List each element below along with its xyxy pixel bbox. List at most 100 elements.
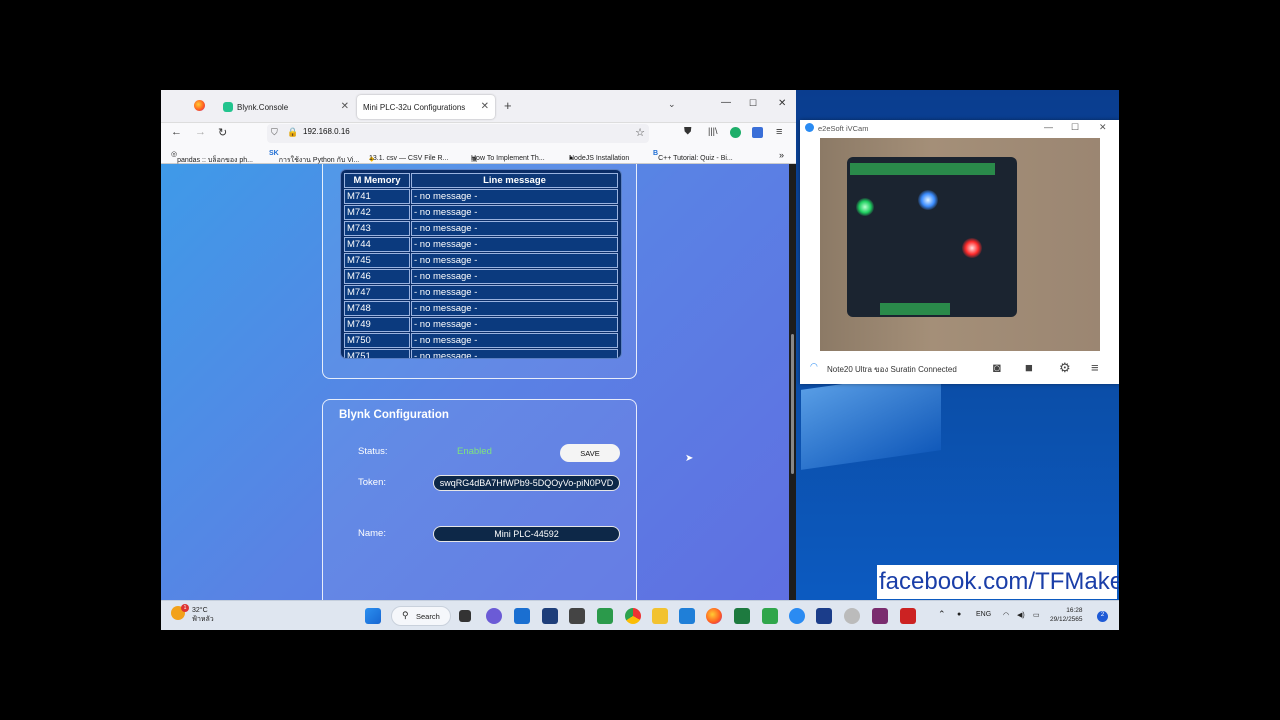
message-cell[interactable]: - no message - bbox=[411, 205, 618, 220]
message-cell[interactable]: - no message - bbox=[411, 253, 618, 268]
url-bar[interactable]: ⛉ 🔒 192.168.0.16 ☆ bbox=[267, 124, 649, 143]
android-studio-icon[interactable] bbox=[762, 608, 778, 624]
gear-icon[interactable]: ⚙ bbox=[1059, 360, 1071, 376]
save-button[interactable]: SAVE bbox=[560, 444, 620, 462]
maximize-icon[interactable]: ☐ bbox=[749, 98, 757, 109]
weather-badge: 1 bbox=[181, 604, 189, 612]
desktop: Blynk.Console ✕ Mini PLC-32u Configurati… bbox=[161, 90, 1119, 630]
app-icon[interactable] bbox=[872, 608, 888, 624]
message-cell[interactable]: - no message - bbox=[411, 285, 618, 300]
tab-blynk-console[interactable]: Blynk.Console ✕ bbox=[217, 95, 355, 119]
excel-icon[interactable] bbox=[734, 608, 750, 624]
app-icon[interactable] bbox=[900, 608, 916, 624]
more-bookmarks-icon[interactable]: » bbox=[779, 150, 784, 160]
message-cell[interactable]: - no message - bbox=[411, 237, 618, 252]
pocket-icon[interactable]: ⛊ bbox=[684, 126, 692, 137]
ivcam-window: e2eSoft iVCam — ☐ ✕ ◠ Note20 Ultra ของ S… bbox=[800, 120, 1119, 384]
name-field[interactable]: Mini PLC-44592 bbox=[433, 526, 620, 542]
task-view-icon[interactable] bbox=[459, 610, 471, 622]
memory-cell: M747 bbox=[344, 285, 410, 300]
message-cell[interactable]: - no message - bbox=[411, 269, 618, 284]
memory-table[interactable]: M Memory Line message M741- no message -… bbox=[340, 169, 622, 359]
scrollbar[interactable] bbox=[789, 164, 796, 600]
maximize-icon[interactable]: ☐ bbox=[1071, 122, 1079, 133]
memory-cell: M750 bbox=[344, 333, 410, 348]
scrollbar-thumb[interactable] bbox=[791, 334, 794, 474]
video-icon[interactable]: ■ bbox=[1025, 360, 1033, 375]
ivcam-taskbar-icon[interactable] bbox=[789, 608, 805, 624]
bookmark-star-icon[interactable]: ☆ bbox=[635, 126, 645, 139]
minimize-icon[interactable]: — bbox=[721, 97, 731, 108]
app-icon[interactable] bbox=[816, 608, 832, 624]
mail-icon[interactable] bbox=[514, 608, 530, 624]
column-header: Line message bbox=[411, 173, 618, 188]
ivcam-status-bar: ◠ Note20 Ultra ของ Suratin Connected ◙ ■… bbox=[800, 351, 1119, 384]
message-cell[interactable]: - no message - bbox=[411, 317, 618, 332]
start-icon[interactable] bbox=[365, 608, 381, 624]
close-icon[interactable]: ✕ bbox=[1099, 122, 1107, 133]
camera-icon[interactable]: ◙ bbox=[993, 360, 1001, 375]
token-field[interactable]: swqRG4dBA7HfWPb9-5DQOyVo-piN0PVD bbox=[433, 475, 620, 491]
message-cell[interactable]: - no message - bbox=[411, 349, 618, 358]
notification-badge[interactable]: 2 bbox=[1097, 611, 1108, 622]
search-button[interactable]: ⚲ Search bbox=[391, 606, 451, 626]
forward-icon[interactable]: → bbox=[195, 126, 206, 138]
snipping-icon[interactable] bbox=[569, 608, 585, 624]
clock[interactable]: 16:28 29/12/2565 bbox=[1050, 606, 1083, 624]
translate-icon[interactable] bbox=[752, 127, 763, 138]
microphone-icon[interactable]: ● bbox=[957, 611, 961, 618]
lock-icon[interactable]: 🔒 bbox=[287, 127, 298, 138]
new-tab-icon[interactable]: + bbox=[504, 98, 512, 113]
connection-status: Note20 Ultra ของ Suratin Connected bbox=[827, 365, 957, 374]
minimize-icon[interactable]: — bbox=[1044, 122, 1053, 132]
table-row: M748- no message - bbox=[344, 301, 618, 316]
nav-bar: ← → ↻ ⛉ 🔒 192.168.0.16 ☆ ⛊ |||\ ≡ bbox=[161, 123, 796, 145]
close-icon[interactable]: ✕ bbox=[341, 101, 349, 112]
message-cell[interactable]: - no message - bbox=[411, 189, 618, 204]
close-icon[interactable]: ✕ bbox=[481, 101, 489, 112]
table-row: M741- no message - bbox=[344, 189, 618, 204]
file-explorer-icon[interactable] bbox=[652, 608, 668, 624]
bookmark-item[interactable]: B C++ Tutorial: Quiz - Bi... bbox=[653, 150, 733, 162]
status-value[interactable]: Enabled bbox=[457, 446, 492, 457]
message-cell[interactable]: - no message - bbox=[411, 301, 618, 316]
url-text[interactable]: 192.168.0.16 bbox=[303, 127, 350, 136]
blynk-config-card bbox=[322, 399, 637, 600]
reload-icon[interactable]: ↻ bbox=[218, 126, 227, 139]
bookmark-item[interactable]: ◎ pandas :: บล็อกของ ph... bbox=[171, 150, 253, 164]
weather-text: ฟ้าหลัว bbox=[192, 616, 214, 623]
message-cell[interactable]: - no message - bbox=[411, 221, 618, 236]
volume-icon[interactable]: ◀) bbox=[1017, 611, 1025, 619]
vscode-icon[interactable] bbox=[679, 608, 695, 624]
chrome-icon[interactable] bbox=[625, 608, 641, 624]
chat-icon[interactable] bbox=[486, 608, 502, 624]
bookmark-item[interactable]: SK การใช้งาน Python กับ Vi... bbox=[269, 150, 359, 164]
close-window-icon[interactable]: ✕ bbox=[778, 98, 786, 109]
library-icon[interactable]: |||\ bbox=[708, 126, 718, 136]
solitaire-icon[interactable] bbox=[597, 608, 613, 624]
app-icon[interactable] bbox=[844, 608, 860, 624]
menu-icon[interactable]: ≡ bbox=[776, 126, 782, 138]
language-indicator[interactable]: ENG bbox=[976, 611, 991, 618]
ivcam-title: e2eSoft iVCam bbox=[818, 124, 869, 133]
table-row: M749- no message - bbox=[344, 317, 618, 332]
shield-icon[interactable]: ⛉ bbox=[271, 127, 278, 138]
status-label: Status: bbox=[358, 446, 388, 457]
message-cell[interactable]: - no message - bbox=[411, 333, 618, 348]
firefox-taskbar-icon[interactable] bbox=[706, 608, 722, 624]
tab-mini-plc[interactable]: Mini PLC-32u Configurations ✕ bbox=[357, 95, 495, 119]
table-row: M746- no message - bbox=[344, 269, 618, 284]
chevron-up-icon[interactable]: ⌃ bbox=[938, 609, 946, 620]
chevron-down-icon[interactable]: ⌄ bbox=[668, 99, 676, 110]
menu-icon[interactable]: ≡ bbox=[1091, 360, 1099, 375]
firefox-icon[interactable] bbox=[194, 100, 205, 111]
wifi-icon[interactable]: ◠ bbox=[1003, 611, 1009, 619]
table-row: M744- no message - bbox=[344, 237, 618, 252]
store-icon[interactable] bbox=[542, 608, 558, 624]
extension-icon[interactable] bbox=[730, 127, 741, 138]
page-content: M Memory Line message M741- no message -… bbox=[161, 164, 796, 600]
back-icon[interactable]: ← bbox=[171, 126, 182, 138]
ivcam-title-bar: e2eSoft iVCam — ☐ ✕ bbox=[800, 120, 1119, 137]
battery-icon[interactable]: ▭ bbox=[1033, 611, 1040, 619]
camera-feed bbox=[820, 138, 1100, 351]
